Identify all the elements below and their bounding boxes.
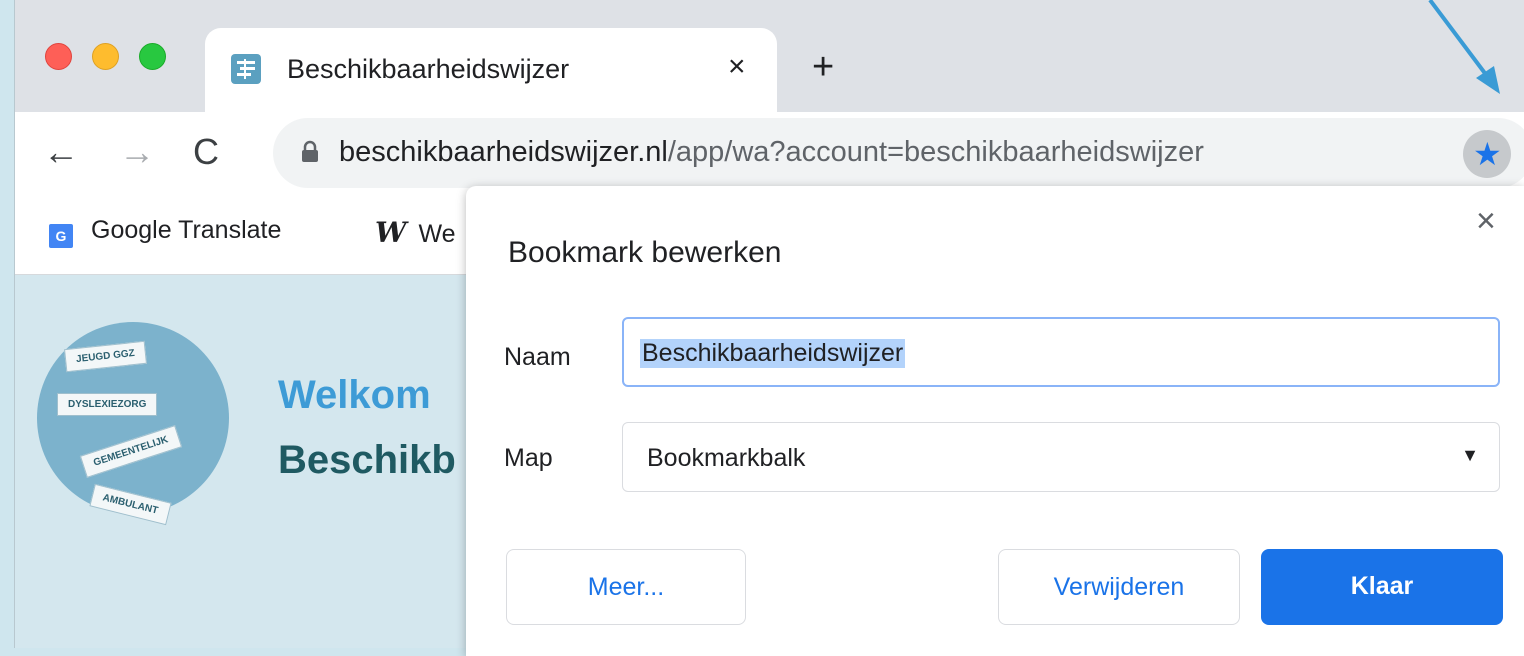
more-button[interactable]: Meer...	[506, 549, 746, 625]
lock-icon	[302, 140, 318, 162]
dialog-title: Bookmark bewerken	[508, 236, 782, 269]
annotation-arrow-icon	[1428, 0, 1500, 94]
map-label: Map	[504, 444, 553, 472]
bookmark-edit-dialog: Bookmark bewerken × Naam Beschikbaarheid…	[466, 186, 1524, 656]
maximize-window-button[interactable]	[139, 43, 166, 70]
bookmark-star-button[interactable]: ★	[1463, 130, 1511, 178]
minimize-window-button[interactable]	[92, 43, 119, 70]
name-label: Naam	[504, 343, 571, 371]
name-input[interactable]: Beschikbaarheidswijzer	[622, 317, 1500, 387]
address-bar[interactable]: beschikbaarheidswijzer.nl/app/wa?account…	[273, 118, 1524, 188]
welcome-subheading: Beschikb	[278, 438, 456, 482]
back-button[interactable]: ←	[43, 132, 79, 172]
new-tab-button[interactable]: +	[812, 48, 834, 86]
bookmark-label: We	[418, 220, 456, 248]
bookmark-label: Google Translate	[91, 216, 282, 244]
url-text: beschikbaarheidswijzer.nl/app/wa?account…	[339, 136, 1204, 169]
done-button[interactable]: Klaar	[1261, 549, 1503, 625]
chevron-down-icon: ▼	[1461, 445, 1479, 465]
reload-button[interactable]: C	[193, 132, 219, 172]
window-controls	[45, 43, 166, 70]
close-window-button[interactable]	[45, 43, 72, 70]
logo-sign: DYSLEXIEZORG	[57, 393, 158, 416]
star-icon: ★	[1473, 136, 1502, 172]
google-translate-icon: G	[49, 224, 73, 248]
forward-button[interactable]: →	[119, 132, 155, 172]
browser-tab[interactable]: Beschikbaarheidswijzer ×	[205, 28, 777, 112]
remove-button[interactable]: Verwijderen	[998, 549, 1240, 625]
close-icon[interactable]: ×	[1476, 204, 1496, 238]
tab-title: Beschikbaarheidswijzer	[287, 54, 570, 84]
tab-close-icon[interactable]: ×	[728, 52, 746, 82]
w-icon: W	[375, 216, 407, 249]
folder-select[interactable]: Bookmarkbalk ▼	[622, 422, 1500, 492]
site-favicon-icon	[231, 54, 261, 84]
welcome-heading: Welkom	[278, 373, 431, 417]
url-host: beschikbaarheidswijzer.nl	[339, 136, 668, 168]
url-path: /app/wa?account=beschikbaarheidswijzer	[667, 136, 1204, 168]
name-input-value: Beschikbaarheidswijzer	[640, 339, 906, 368]
bookmark-google-translate[interactable]: G Google Translate	[49, 216, 281, 248]
bookmark-w[interactable]: W We	[375, 216, 456, 249]
folder-select-value: Bookmarkbalk	[647, 444, 806, 472]
